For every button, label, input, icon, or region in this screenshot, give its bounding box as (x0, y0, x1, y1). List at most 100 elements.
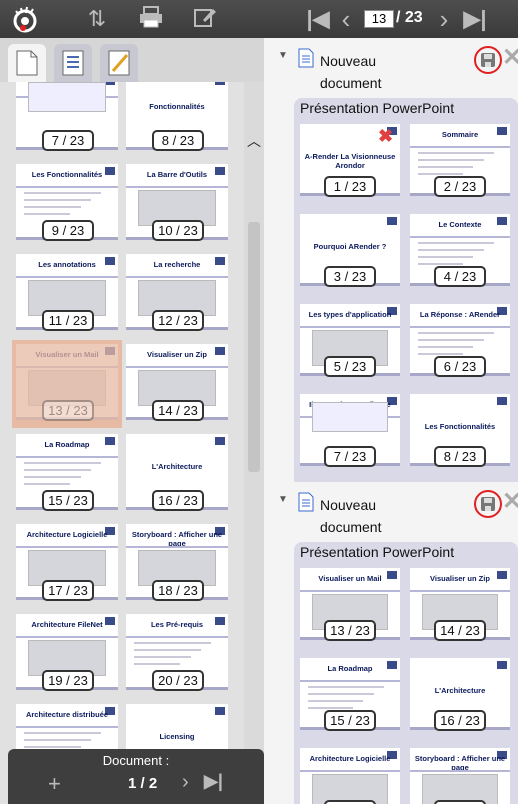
slide-title: Les types d'application (308, 310, 392, 319)
page-badge: 3 / 23 (324, 266, 376, 287)
page-badge: 15 / 23 (42, 490, 94, 511)
thumbnail-18[interactable]: Storyboard : Afficher une page 18 / 23 (122, 520, 232, 608)
document-slide[interactable]: La Roadmap 15 / 23 (296, 654, 402, 736)
thumbnail-10[interactable]: La Barre d'Outils 10 / 23 (122, 160, 232, 248)
page-badge: 2 / 23 (434, 176, 486, 197)
save-document-button[interactable] (474, 490, 502, 518)
close-document-icon[interactable]: ✕ (502, 46, 518, 70)
panel-tabs (0, 38, 264, 82)
slide-title: Licensing (159, 732, 195, 741)
main-toolbar: ⇅ |◀ ‹ 13 / 23 › ▶| (0, 0, 518, 38)
slide-title: Visualiser un Zip (147, 350, 207, 359)
next-page-icon[interactable]: › (434, 6, 454, 32)
slide-divider (126, 546, 228, 548)
logo-icon (13, 6, 37, 33)
thumbnail-12[interactable]: La recherche 12 / 23 (122, 250, 232, 338)
thumbnail-7[interactable]: 7 / 23 (12, 82, 122, 158)
document-slide[interactable]: Sommaire 2 / 23 (406, 120, 512, 202)
page-badge: 20 / 23 (152, 670, 204, 691)
document-slide[interactable]: L'Architecture 16 / 23 (406, 654, 512, 736)
page-badge: 17 / 23 (42, 580, 94, 601)
document-slide[interactable]: Ils nous font confiance7 / 23 (296, 390, 402, 472)
slide-divider (16, 546, 118, 548)
slide-title: Les Pré-requis (150, 620, 204, 629)
slide-title: Architecture Logicielle (26, 530, 108, 539)
slide-title: Les Fonctionnalités (424, 422, 496, 431)
document-slide[interactable]: Storyboard : Afficher une page18 / 23 (406, 744, 512, 804)
document-slide[interactable]: La Réponse : ARender 6 / 23 (406, 300, 512, 382)
thumbnail-8[interactable]: Fonctionnalités 8 / 23 (122, 82, 232, 158)
page-badge: 16 / 23 (152, 490, 204, 511)
slide-divider (126, 186, 228, 188)
page-badge: 14 / 23 (434, 620, 486, 641)
slide-title: A-Render La Visionneuse Arondor (304, 152, 396, 170)
slide-group: Présentation PowerPoint A-Render La Visio… (294, 98, 518, 482)
slide-divider (16, 726, 118, 728)
scroll-up-icon[interactable]: ︿ (246, 134, 262, 148)
slide-title: Architecture FileNet (31, 620, 103, 629)
document-slide[interactable]: Les Fonctionnalités 8 / 23 (406, 390, 512, 472)
thumbnail-17[interactable]: Architecture Logicielle 17 / 23 (12, 520, 122, 608)
document-label: Document : (102, 753, 170, 768)
thumbnail-15[interactable]: La Roadmap 15 / 23 (12, 430, 122, 518)
list-icon (62, 50, 84, 76)
collapse-triangle-icon[interactable]: ▼ (278, 494, 288, 505)
edit-icon[interactable] (192, 6, 218, 34)
print-icon[interactable] (138, 6, 164, 34)
slide-title: L'Architecture (434, 686, 486, 695)
first-page-icon[interactable]: |◀ (306, 6, 330, 32)
document-slide[interactable]: Architecture Logicielle 17 / 23 (296, 744, 402, 804)
page-badge: 1 / 23 (324, 176, 376, 197)
tab-pages[interactable] (8, 44, 46, 82)
document-slide[interactable]: Visualiser un Mail 13 / 23 (296, 564, 402, 646)
thumbnail-11[interactable]: Les annotations 11 / 23 (12, 250, 122, 338)
sort-icon[interactable]: ⇅ (84, 6, 110, 32)
corner-logo-icon (497, 397, 507, 405)
slide-divider (410, 146, 510, 148)
page-badge: 7 / 23 (42, 130, 94, 151)
slide-title: Visualiser un Zip (430, 574, 490, 583)
add-document-icon[interactable]: + (48, 771, 61, 797)
thumbnail-13[interactable]: Visualiser un Mail 13 / 23 (12, 340, 122, 428)
next-document-icon[interactable]: › (182, 771, 189, 794)
page-number-input[interactable]: 13 (364, 10, 394, 28)
scroll-thumb[interactable] (248, 222, 260, 472)
document-slide[interactable]: Visualiser un Zip 14 / 23 (406, 564, 512, 646)
page-badge: 15 / 23 (324, 710, 376, 731)
collapse-triangle-icon[interactable]: ▼ (278, 50, 288, 61)
save-icon (481, 497, 495, 511)
last-document-icon[interactable]: ▶| (204, 771, 223, 792)
tab-list[interactable] (54, 44, 92, 82)
page-badge: 8 / 23 (434, 446, 486, 467)
tab-notes[interactable] (100, 44, 138, 82)
page-badge: 10 / 23 (152, 220, 204, 241)
slide-divider (410, 590, 510, 592)
document-slide[interactable]: A-Render La Visionneuse Arondor 1 / 23 ✖ (296, 120, 402, 202)
save-document-button[interactable] (474, 46, 502, 74)
document-icon (298, 48, 314, 73)
last-page-icon[interactable]: ▶| (462, 6, 488, 32)
document-slide[interactable]: Le Contexte 4 / 23 (406, 210, 512, 292)
page-badge: 11 / 23 (42, 310, 94, 331)
corner-logo-icon (497, 661, 507, 669)
page-badge: 13 / 23 (324, 620, 376, 641)
thumbnail-19[interactable]: Architecture FileNet 19 / 23 (12, 610, 122, 698)
document-title[interactable]: Nouveau document (320, 50, 410, 94)
thumbnail-20[interactable]: Les Pré-requis 20 / 23 (122, 610, 232, 698)
slide-divider (300, 590, 400, 592)
slide-divider (16, 366, 118, 368)
thumbnail-9[interactable]: Les Fonctionnalités 9 / 23 (12, 160, 122, 248)
delete-slide-icon[interactable]: ✖ (378, 126, 393, 147)
page-badge: 19 / 23 (42, 670, 94, 691)
thumbnail-16[interactable]: L'Architecture 16 / 23 (122, 430, 232, 518)
document-slide[interactable]: Les types d'application 5 / 23 (296, 300, 402, 382)
slide-group: Présentation PowerPoint Visualiser un Mai… (294, 542, 518, 804)
thumbnail-14[interactable]: Visualiser un Zip 14 / 23 (122, 340, 232, 428)
prev-page-icon[interactable]: ‹ (336, 6, 356, 32)
page-badge: 6 / 23 (434, 356, 486, 377)
document-title[interactable]: Nouveau document (320, 494, 410, 538)
slide-body-text (24, 462, 110, 490)
thumbnail-scrollbar[interactable]: ︿ ﹀ (244, 82, 264, 787)
close-document-icon[interactable]: ✕ (502, 490, 518, 514)
document-slide[interactable]: Pourquoi ARender ? 3 / 23 (296, 210, 402, 292)
